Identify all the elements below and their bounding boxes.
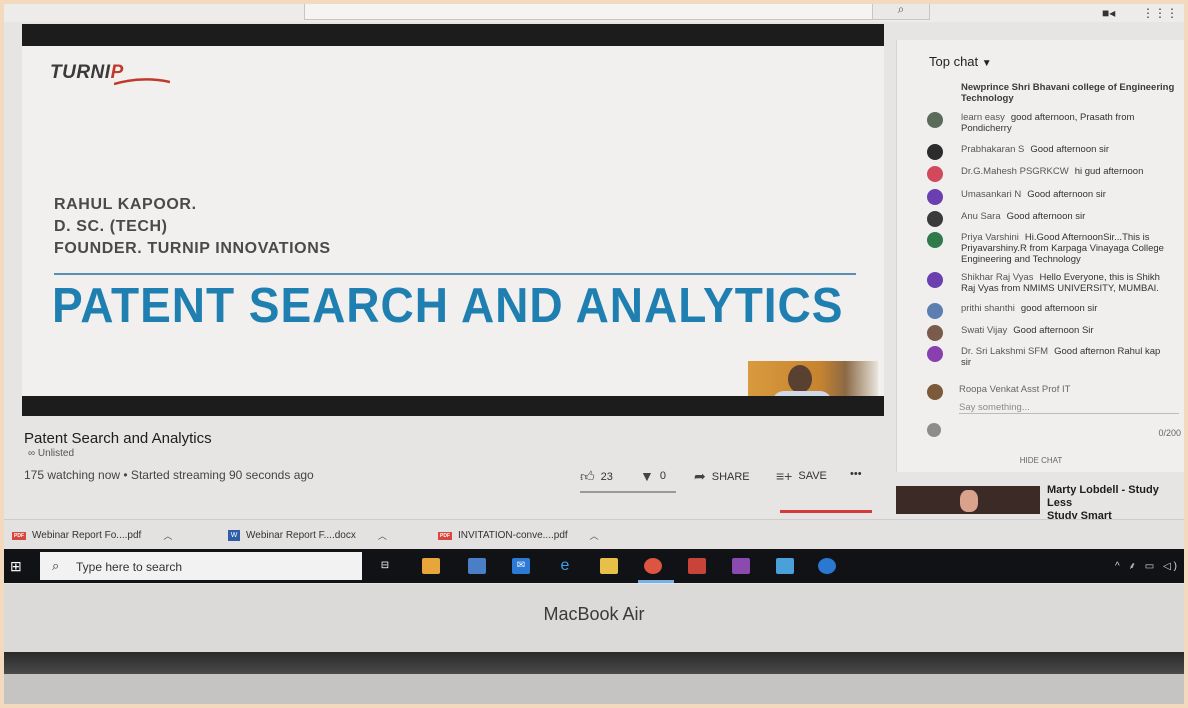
download-item[interactable]: PDF INVITATION-conve....pdf ︿ (438, 529, 599, 542)
avatar (927, 384, 943, 400)
downloads-shelf: PDF Webinar Report Fo....pdf ︿ W Webinar… (4, 519, 1184, 550)
laptop-base (4, 674, 1184, 704)
avatar (927, 272, 943, 288)
live-chat-panel: Top chat ▼ Newprince Shri Bhavani colleg… (896, 40, 1184, 472)
avatar (927, 189, 943, 205)
active-app-indicator (638, 580, 674, 583)
more-actions-button[interactable]: ••• (850, 468, 862, 480)
turnip-logo: TURNIP (50, 62, 170, 86)
file-explorer-icon[interactable] (600, 558, 618, 574)
video-top-band (22, 24, 884, 46)
dislike-button[interactable]: ▼ 0 (640, 468, 666, 484)
download-item[interactable]: PDF Webinar Report Fo....pdf ︿ (12, 529, 172, 542)
system-tray[interactable]: ^ ⸙ ▭ ◁) (1115, 558, 1180, 572)
laptop-hinge (4, 652, 1184, 674)
search-input[interactable] (304, 4, 876, 20)
speaker-degree: D. SC. (TECH) (54, 218, 168, 235)
thumbs-up-icon: 👍︎ (580, 468, 595, 484)
download-item[interactable]: W Webinar Report F....docx ︿ (228, 529, 387, 542)
subscribe-strip (780, 510, 872, 513)
acrobat-icon[interactable] (688, 558, 706, 574)
avatar (927, 232, 943, 248)
like-button[interactable]: 👍︎ 23 (580, 468, 613, 485)
chevron-up-icon[interactable]: ︿ (378, 529, 387, 542)
speaker-name: RAHUL KAPOOR. (54, 196, 197, 213)
device-label: MacBook Air (543, 604, 645, 624)
avatar (927, 144, 943, 160)
video-title: Patent Search and Analytics (24, 430, 212, 447)
store-icon[interactable] (422, 558, 440, 574)
search-button[interactable]: ⌕ (872, 4, 930, 20)
photos-icon[interactable] (468, 558, 486, 574)
video-camera-icon[interactable]: ■◂ (1102, 6, 1115, 20)
laptop-bezel: MacBook Air (4, 584, 1184, 652)
mail-icon[interactable]: ✉ (512, 558, 530, 574)
app-icon[interactable] (776, 558, 794, 574)
recommended-thumbnail[interactable] (896, 486, 1040, 514)
apps-grid-icon[interactable]: ⋮⋮⋮ (1142, 6, 1178, 20)
playlist-add-icon: ≡+ (776, 468, 793, 484)
video-player[interactable]: TURNIP RAHUL KAPOOR. D. SC. (TECH) FOUND… (22, 24, 884, 416)
recommended-title[interactable]: Marty Lobdell - Study Less Study Smart (1047, 484, 1184, 523)
avatar (927, 325, 943, 341)
hide-chat-button[interactable]: HIDE CHAT (897, 456, 1184, 465)
word-file-icon: W (228, 530, 240, 541)
avatar (927, 211, 943, 227)
char-counter: 0/200 (1158, 428, 1181, 438)
logo-swoosh (114, 78, 170, 86)
like-ratio-bar (580, 491, 676, 493)
link-icon: ∞ (28, 448, 38, 459)
windows-start-icon[interactable]: ⊞ (10, 558, 22, 575)
video-bottom-band (22, 396, 884, 416)
search-icon: ⌕ (897, 4, 905, 16)
chevron-up-icon[interactable]: ︿ (163, 529, 172, 542)
chevron-up-icon[interactable]: ︿ (590, 529, 599, 542)
pdf-file-icon: PDF (12, 531, 26, 540)
app-circle-icon[interactable] (818, 558, 836, 574)
chat-input[interactable]: Say something... (959, 402, 1030, 413)
title-divider (54, 273, 856, 275)
top-chat-dropdown[interactable]: Top chat ▼ (929, 54, 992, 69)
taskbar-search[interactable]: ⌕ Type here to search (40, 552, 362, 580)
pdf-file-icon: PDF (438, 531, 452, 540)
avatar (927, 166, 943, 182)
search-icon: ⌕ (52, 558, 60, 573)
share-button[interactable]: ➦ SHARE (694, 468, 750, 485)
browser-screen: ⌕ ■◂ ⋮⋮⋮ TURNIP RAHUL KAPOOR. D. SC. (TE… (4, 4, 1184, 584)
thumbs-down-icon: ▼ (640, 468, 654, 484)
dropdown-caret-icon: ▼ (981, 58, 992, 69)
winrar-icon[interactable] (732, 558, 750, 574)
view-stats: 175 watching now • Started streaming 90 … (24, 468, 314, 482)
chat-input-underline (959, 413, 1179, 414)
unlisted-badge: ∞ Unlisted (28, 448, 75, 459)
windows-taskbar: ⊞ ⌕ Type here to search ⊟ ✉ e ^ ⸙ ▭ ◁) (4, 549, 1184, 583)
emoji-icon[interactable] (927, 423, 941, 437)
slide-title: PATENT SEARCH AND ANALYTICS (52, 279, 844, 333)
speaker-role: FOUNDER. TURNIP INNOVATIONS (54, 240, 331, 257)
task-view-icon[interactable]: ⊟ (376, 558, 394, 574)
share-icon: ➦ (694, 468, 706, 484)
avatar (927, 303, 943, 319)
avatar (927, 346, 943, 362)
speaker-info: RAHUL KAPOOR. D. SC. (TECH) FOUNDER. TUR… (54, 194, 331, 260)
browser-toolbar: ⌕ ■◂ ⋮⋮⋮ (4, 4, 1184, 22)
avatar (927, 112, 943, 128)
save-button[interactable]: ≡+ SAVE (776, 468, 827, 484)
edge-icon[interactable]: e (556, 558, 574, 574)
chrome-icon[interactable] (644, 558, 662, 574)
